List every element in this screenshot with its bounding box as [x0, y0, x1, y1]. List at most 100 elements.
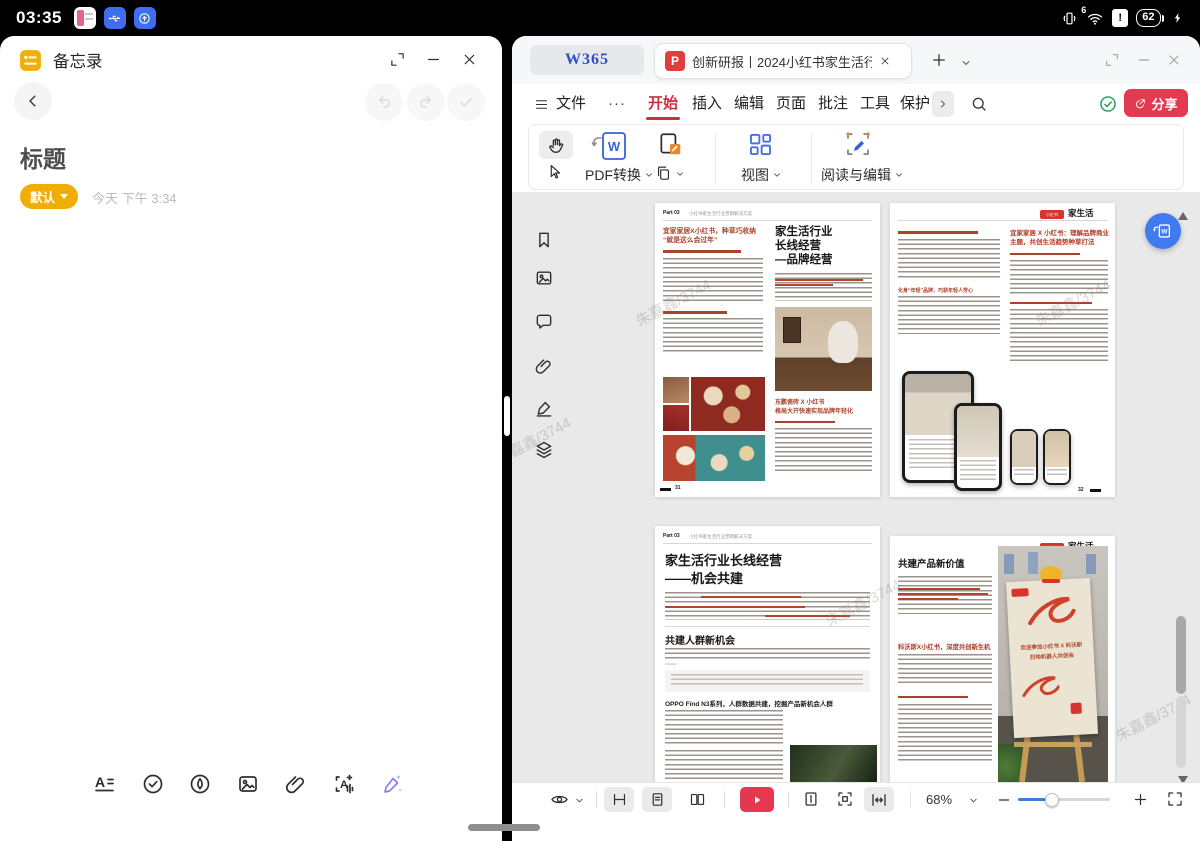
tab-close-icon[interactable]	[879, 55, 891, 67]
pdf-to-word-floating-button[interactable]: W	[1145, 213, 1181, 249]
battery-indicator: 62	[1136, 9, 1164, 27]
poster-title: 欢迎参加小红书 X 科沃斯 扫地机器人共创会	[1009, 640, 1094, 662]
scroll-up-arrow[interactable]	[1177, 208, 1189, 226]
tab-insert[interactable]: 插入	[692, 86, 722, 122]
section-heading: 共建产品新价值	[898, 556, 965, 570]
zoom-level[interactable]: 68%	[926, 792, 952, 807]
page-number-bar	[660, 488, 671, 491]
share-button[interactable]: 分享	[1124, 89, 1188, 117]
read-edit-label: 阅读与编辑	[821, 165, 891, 185]
wps-minimize-button[interactable]	[1136, 52, 1152, 68]
bookmark-tool[interactable]	[534, 230, 554, 250]
pdf-to-word-icon[interactable]: W	[591, 130, 635, 167]
zoom-in-button[interactable]	[1132, 791, 1149, 808]
photo-dark	[790, 745, 877, 782]
undo-button[interactable]	[365, 83, 403, 121]
scroll-mode-button[interactable]	[604, 787, 634, 812]
document-tab[interactable]: P 创新研报丨2024小红书家生活行	[654, 43, 912, 79]
quote-box	[665, 670, 870, 692]
merge-split-button[interactable]	[655, 165, 685, 182]
scan-text-button[interactable]: A	[332, 772, 356, 796]
text-format-button[interactable]: A	[93, 772, 117, 796]
new-tab-button[interactable]	[930, 51, 948, 69]
page-number: 32	[1078, 487, 1084, 493]
confirm-button[interactable]	[447, 83, 485, 121]
signature-tool[interactable]	[534, 398, 554, 418]
zoom-slider-thumb[interactable]	[1045, 793, 1059, 807]
pdf-page-32[interactable]: 小红书 家生活 化身“年轻”品牌，巧获年轻人芳心 宜家家居 X 小红书：理解品牌…	[890, 203, 1115, 497]
double-page-view-button[interactable]	[682, 787, 712, 812]
fit-page-button[interactable]	[836, 790, 854, 808]
pdf-page-33[interactable]: Part 03 小红书家生活行业营销解决方案 家生活行业长线经营 ——机会共建 …	[655, 526, 880, 782]
scrollbar-thumb[interactable]	[1176, 616, 1186, 694]
more-menu-button[interactable]: ···	[608, 86, 626, 122]
pdf-page-31[interactable]: Part 03 小红书家生活行业营销解决方案 宜家家居X小红书，种草巧收纳 “就…	[655, 203, 880, 497]
insert-image-button[interactable]	[236, 772, 260, 796]
pdf-page-34[interactable]: 小红书 家生活 共建产品新价值 科沃斯X小红书，深度共创新生机	[890, 536, 1115, 782]
body-text	[663, 318, 763, 354]
ai-writing-button[interactable]	[380, 772, 404, 796]
hand-tool-button[interactable]	[539, 131, 573, 159]
event-poster: 欢迎参加小红书 X 科沃斯 扫地机器人共创会	[1006, 578, 1098, 738]
zoom-dropdown[interactable]	[968, 795, 979, 806]
hamburger-menu-icon[interactable]	[534, 97, 549, 112]
tab-tools[interactable]: 工具	[860, 86, 890, 122]
zoom-out-button[interactable]	[996, 792, 1012, 808]
image-tool[interactable]	[534, 268, 554, 288]
hand-icon	[547, 136, 566, 155]
view-grid-icon[interactable]	[747, 131, 774, 158]
pdf-convert-button[interactable]: PDF转换	[585, 165, 654, 185]
pdf-document-area[interactable]: Part 03 小红书家生活行业营销解决方案 宜家家居X小红书，种草巧收纳 “就…	[512, 192, 1200, 782]
tab-protect[interactable]: 保护	[900, 86, 930, 122]
fit-height-button[interactable]	[802, 790, 820, 808]
zoom-slider-track[interactable]	[1018, 798, 1110, 801]
wps-float-window-button[interactable]	[1104, 52, 1120, 68]
undo-icon	[374, 92, 394, 112]
sub-heading-placeholder	[775, 421, 835, 423]
scrollbar-track[interactable]	[1176, 696, 1186, 768]
pdf-to-image-button[interactable]	[657, 131, 683, 162]
split-screen-drag-handle[interactable]	[504, 396, 510, 436]
search-button[interactable]	[970, 95, 988, 113]
attachment-tool[interactable]	[534, 356, 554, 376]
save-status-button[interactable]	[1098, 94, 1118, 114]
single-page-view-button[interactable]	[642, 787, 672, 812]
read-edit-button[interactable]: 阅读与编辑	[821, 165, 904, 185]
phone-mockup	[954, 403, 1002, 491]
scroll-down-arrow[interactable]	[1177, 772, 1189, 782]
back-button[interactable]	[14, 82, 52, 120]
note-tag-selector[interactable]: 默认	[20, 184, 78, 209]
read-mode-dropdown[interactable]	[574, 795, 585, 806]
wps-close-button[interactable]	[1166, 52, 1182, 68]
ribbon-overflow-button[interactable]	[932, 91, 954, 117]
tab-comment[interactable]: 批注	[818, 86, 848, 122]
select-tool-button[interactable]	[546, 163, 564, 186]
brand-badge: 小红书	[1040, 210, 1064, 219]
notes-float-window-button[interactable]	[389, 51, 406, 68]
note-title-field[interactable]: 标题	[20, 140, 66, 174]
wps-365-logo[interactable]: W365	[530, 45, 644, 75]
draw-pen-button[interactable]	[188, 772, 212, 796]
notes-minimize-button[interactable]	[425, 51, 442, 68]
attachment-button[interactable]	[284, 772, 308, 796]
notes-close-button[interactable]	[461, 51, 478, 68]
fit-width-button[interactable]	[864, 787, 894, 812]
notes-app-icon	[18, 48, 43, 73]
highlight-text	[765, 615, 850, 617]
todo-checkbox-button[interactable]	[141, 772, 165, 796]
read-edit-icon[interactable]	[843, 129, 873, 164]
tab-page[interactable]: 页面	[776, 86, 806, 122]
fullscreen-button[interactable]	[1166, 790, 1184, 808]
redo-button[interactable]	[407, 83, 445, 121]
home-indicator[interactable]	[468, 824, 540, 831]
view-button[interactable]: 视图	[741, 165, 782, 185]
collage-photo	[663, 377, 689, 403]
play-presentation-button[interactable]	[740, 787, 774, 812]
tab-edit[interactable]: 编辑	[734, 86, 764, 122]
menu-file[interactable]: 文件	[556, 86, 586, 122]
read-mode-button[interactable]	[550, 790, 569, 809]
layers-tool[interactable]	[534, 440, 554, 460]
highlight-text	[898, 598, 958, 600]
tab-list-dropdown[interactable]	[960, 57, 972, 69]
comment-tool[interactable]	[534, 312, 554, 332]
